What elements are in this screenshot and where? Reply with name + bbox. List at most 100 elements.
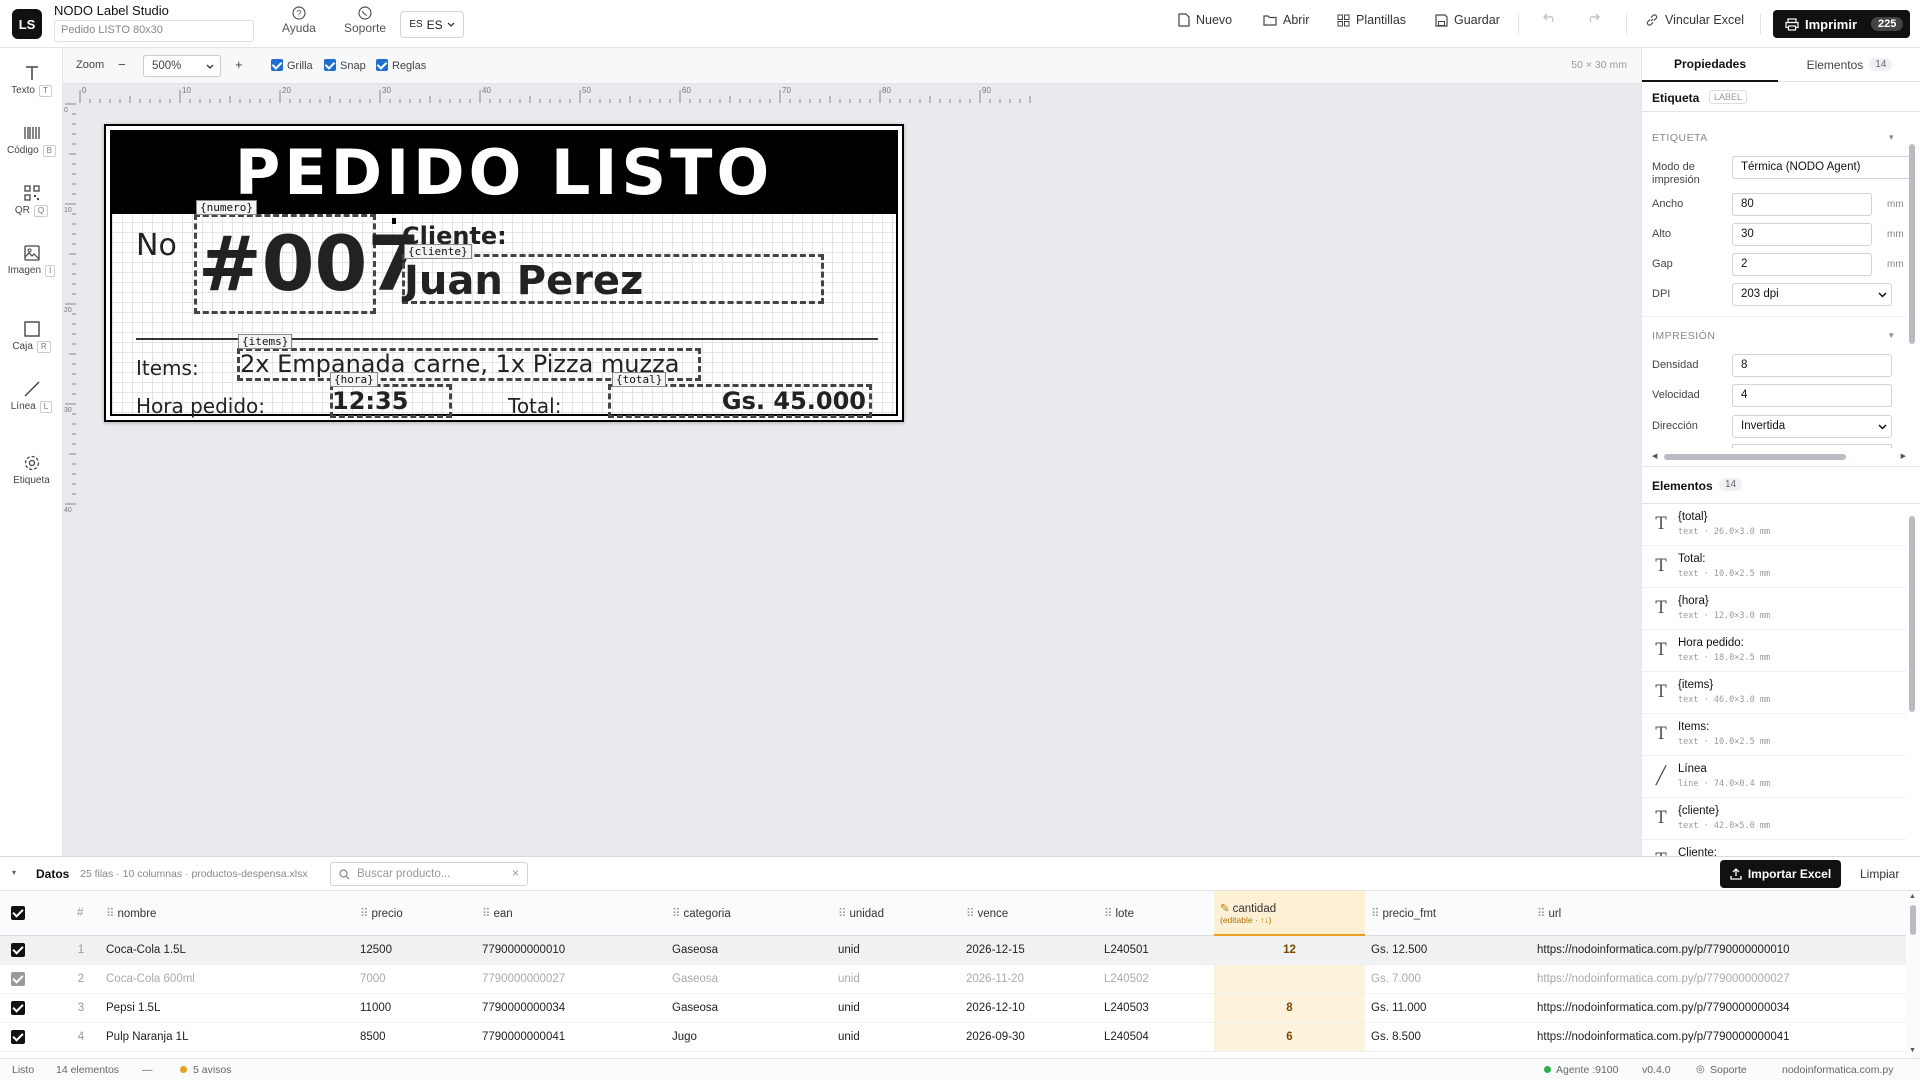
element-list-item[interactable]: ╱ Línea line · 74.0×0.4 mm: [1642, 756, 1906, 798]
import-excel-button[interactable]: Importar Excel: [1720, 860, 1841, 888]
cell-precio[interactable]: 7000: [354, 964, 476, 994]
cell-precio-fmt[interactable]: Gs. 12.500: [1365, 935, 1531, 965]
row-select-cell[interactable]: [0, 964, 62, 994]
label-preview[interactable]: PEDIDO LISTO No #007 {numero} Cliente: J…: [104, 124, 904, 422]
cell-nombre[interactable]: Coca-Cola 600ml: [100, 964, 354, 994]
cell-categoria[interactable]: Gaseosa: [666, 964, 832, 994]
line-tool[interactable]: Línea L: [0, 380, 63, 413]
print-mode-field[interactable]: Modo de impresión Térmica (NODO Agent): [1652, 156, 1912, 186]
search-input[interactable]: Buscar producto... ×: [330, 862, 528, 886]
print-mode-value[interactable]: Térmica (NODO Agent): [1732, 156, 1912, 179]
templates-button[interactable]: Plantillas: [1337, 13, 1406, 27]
properties-scrollbar[interactable]: [1909, 132, 1915, 450]
dpi-select[interactable]: 203 dpi: [1732, 283, 1892, 306]
element-list-item[interactable]: T {hora} text · 12.0×3.0 mm: [1642, 588, 1906, 630]
column-header-lote[interactable]: ⠿ lote: [1098, 891, 1214, 936]
cell-unidad[interactable]: unid: [832, 964, 960, 994]
scrollbar-thumb[interactable]: [1909, 516, 1915, 712]
open-button[interactable]: Abrir: [1263, 13, 1309, 27]
design-canvas[interactable]: 0 10 20 30 40 50 60 70 80 90 0 10 20 30 40 PEDIDO LIS…: [63, 84, 1641, 856]
box-tool[interactable]: Caja R: [0, 320, 63, 353]
column-header-precio-fmt[interactable]: ⠿ precio_fmt: [1365, 891, 1531, 936]
cell-lote[interactable]: L240504: [1098, 1022, 1214, 1052]
barcode-tool[interactable]: Código B: [0, 124, 63, 157]
collapse-icon[interactable]: ▾: [12, 868, 16, 877]
checkbox-checked-icon[interactable]: [11, 905, 25, 920]
scrollbar-thumb[interactable]: [1910, 905, 1916, 935]
total-value[interactable]: Gs. 45.000: [612, 387, 866, 415]
height-input[interactable]: 30: [1732, 223, 1872, 246]
element-list-item[interactable]: T {items} text · 46.0×3.0 mm: [1642, 672, 1906, 714]
cliente-value[interactable]: Juan Perez: [404, 258, 643, 304]
column-header[interactable]: #: [62, 891, 100, 936]
element-list-item[interactable]: TCliente:: [1642, 840, 1906, 856]
label-no-text[interactable]: No: [136, 228, 177, 263]
cell-url[interactable]: https://nodoinformatica.com.py/p/7790000…: [1531, 964, 1906, 994]
element-list-item[interactable]: T {total} text · 26.0×3.0 mm: [1642, 504, 1906, 546]
status-site[interactable]: nodoinformatica.com.py: [1782, 1064, 1893, 1076]
cell-cantidad[interactable]: 6: [1214, 1022, 1365, 1052]
tab-elements[interactable]: Elementos 14: [1778, 48, 1920, 82]
speed-input[interactable]: 4: [1732, 384, 1892, 407]
direction-select[interactable]: Invertida: [1732, 415, 1892, 438]
horizontal-scrollbar[interactable]: ◀ ▶: [1652, 452, 1906, 460]
cell-vence[interactable]: 2026-12-10: [960, 993, 1098, 1023]
cell-precio[interactable]: 11000: [354, 993, 476, 1023]
gap-input[interactable]: 2: [1732, 253, 1872, 276]
scrollbar-thumb[interactable]: [1664, 454, 1846, 460]
cell-precio-fmt[interactable]: Gs. 11.000: [1365, 993, 1531, 1023]
numero-value[interactable]: #007: [198, 214, 420, 314]
column-header-unidad[interactable]: ⠿ unidad: [832, 891, 960, 936]
label-settings-tool[interactable]: Etiqueta: [0, 454, 63, 486]
column-header-precio[interactable]: ⠿ precio: [354, 891, 476, 936]
table-scrollbar[interactable]: ▲ ▼: [1906, 891, 1920, 1059]
zoom-out-button[interactable]: −: [118, 57, 126, 72]
undo-button[interactable]: [1543, 13, 1557, 23]
language-select[interactable]: ES ES: [400, 11, 464, 38]
cell-precio-fmt[interactable]: Gs. 7.000: [1365, 964, 1531, 994]
redo-button[interactable]: [1586, 13, 1600, 23]
density-input[interactable]: 8: [1732, 354, 1892, 377]
table-row[interactable]: 3 Pepsi 1.5L 11000 7790000000034 Gaseosa unid…: [0, 993, 1906, 1023]
column-header-nombre[interactable]: ⠿ nombre: [100, 891, 354, 936]
cell-unidad[interactable]: unid: [832, 935, 960, 965]
cell-lote[interactable]: L240501: [1098, 935, 1214, 965]
snap-toggle[interactable]: Snap: [324, 59, 366, 72]
zoom-in-button[interactable]: +: [235, 57, 243, 72]
cell-vence[interactable]: 2026-12-15: [960, 935, 1098, 965]
items-label-text[interactable]: Items:: [136, 356, 199, 380]
cell-categoria[interactable]: Gaseosa: [666, 993, 832, 1023]
scroll-up-icon[interactable]: ▲: [1909, 893, 1916, 900]
row-select-cell[interactable]: [0, 1022, 62, 1052]
tab-properties[interactable]: Propiedades: [1642, 48, 1778, 82]
width-field[interactable]: Ancho 80 mm: [1652, 193, 1907, 217]
collapse-icon[interactable]: ▾: [1889, 330, 1894, 341]
print-button[interactable]: Imprimir 225: [1773, 10, 1910, 38]
support-button[interactable]: Soporte: [344, 6, 386, 35]
table-row[interactable]: 4 Pulp Naranja 1L 8500 7790000000041 Jugo uni…: [0, 1022, 1906, 1052]
scroll-right-icon[interactable]: ▶: [1901, 452, 1906, 460]
qr-tool[interactable]: QR Q: [0, 184, 63, 217]
cell-nombre[interactable]: Pepsi 1.5L: [100, 993, 354, 1023]
cell-cantidad[interactable]: 12: [1214, 935, 1365, 965]
grid-toggle[interactable]: Grilla: [271, 59, 313, 72]
cell-unidad[interactable]: unid: [832, 993, 960, 1023]
cell-vence[interactable]: 2026-09-30: [960, 1022, 1098, 1052]
checkbox-checked-icon[interactable]: [11, 971, 25, 986]
clear-button[interactable]: Limpiar: [1860, 867, 1899, 881]
row-select-cell[interactable]: [0, 993, 62, 1023]
scroll-down-icon[interactable]: ▼: [1909, 1047, 1916, 1054]
cell-lote[interactable]: L240502: [1098, 964, 1214, 994]
height-field[interactable]: Alto 30 mm: [1652, 223, 1907, 247]
element-list-item[interactable]: T {cliente} text · 42.0×5.0 mm: [1642, 798, 1906, 840]
cell-nombre[interactable]: Pulp Naranja 1L: [100, 1022, 354, 1052]
gap-field[interactable]: Gap 2 mm: [1652, 253, 1907, 277]
collapse-icon[interactable]: ▾: [1889, 132, 1894, 143]
cell-ean[interactable]: 7790000000041: [476, 1022, 666, 1052]
text-tool[interactable]: Texto T: [0, 64, 63, 97]
dpi-field[interactable]: DPI 203 dpi: [1652, 283, 1907, 307]
cell-ean[interactable]: 7790000000034: [476, 993, 666, 1023]
checkbox-checked-icon[interactable]: [11, 1029, 25, 1044]
speed-field[interactable]: Velocidad 4: [1652, 384, 1907, 408]
cell-url[interactable]: https://nodoinformatica.com.py/p/7790000…: [1531, 993, 1906, 1023]
